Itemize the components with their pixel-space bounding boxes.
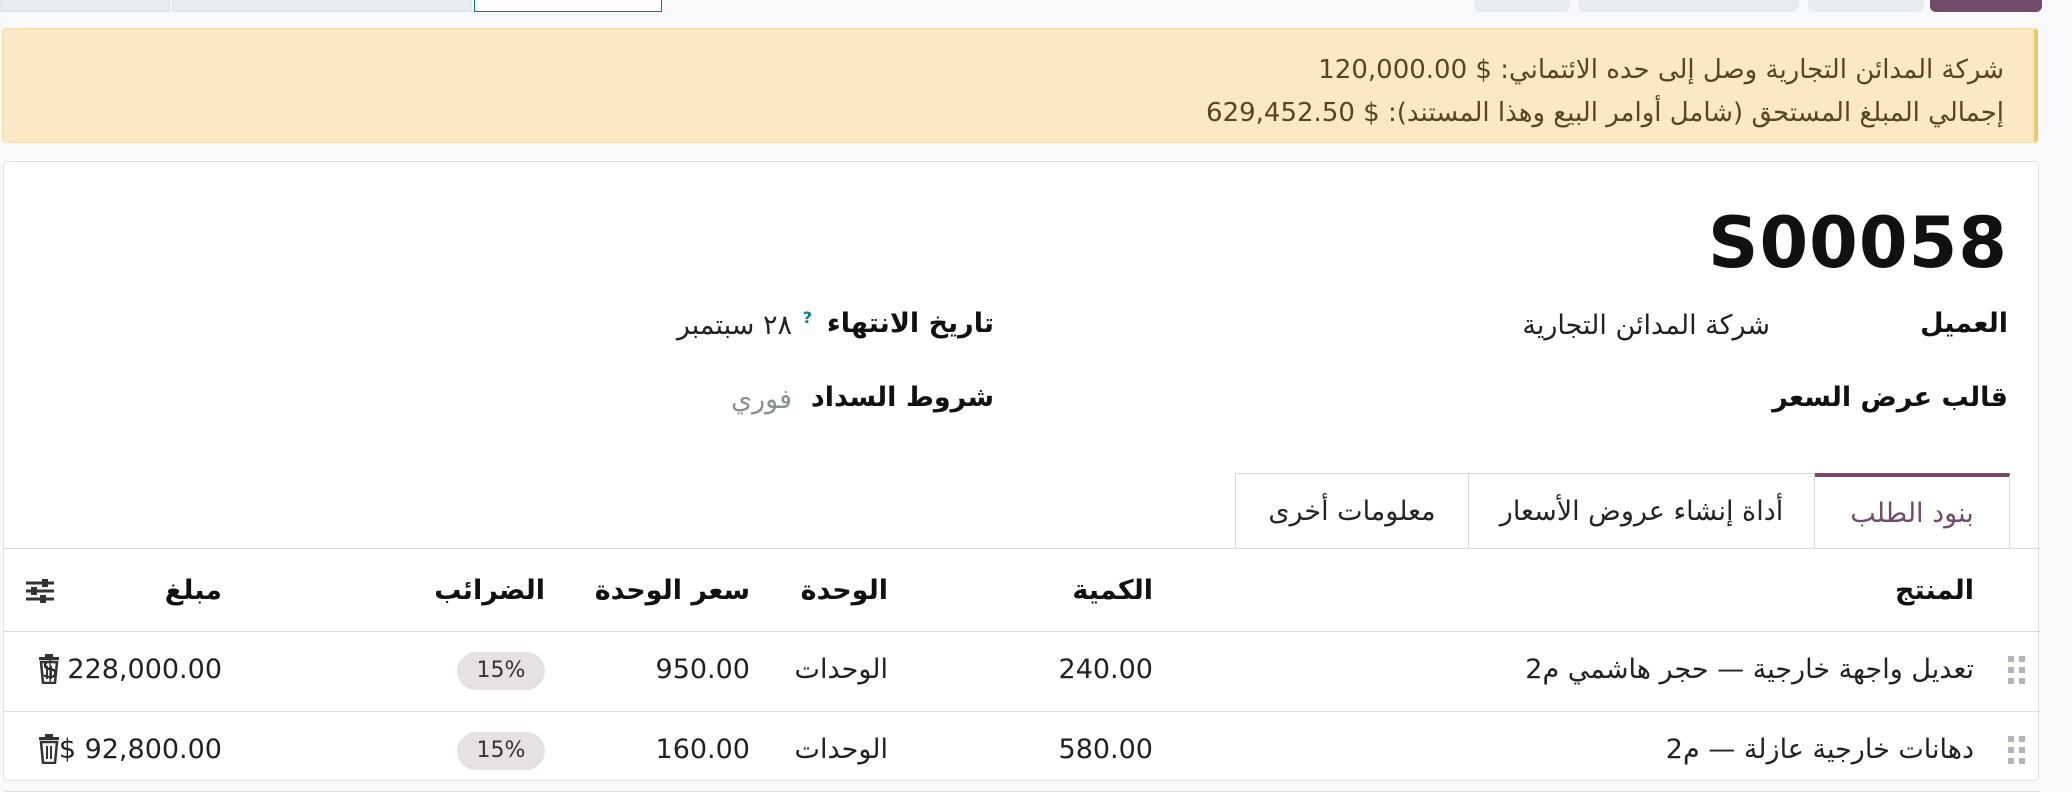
table-row[interactable]: تعديل واجهة خارجية — حجر هاشمي م2 240.00…	[4, 632, 2040, 712]
alert-credit-limit-text: شركة المدائن التجارية وصل إلى حده الائتم…	[1318, 55, 2004, 85]
tab-order-lines[interactable]: بنود الطلب	[1814, 473, 2010, 549]
help-icon[interactable]: ?	[803, 308, 812, 327]
expiration-field[interactable]: ٢٨ سبتمبر	[677, 310, 792, 341]
status-step[interactable]	[172, 0, 472, 12]
column-unit[interactable]: الوحدة	[801, 575, 888, 606]
sale-order-form: S00058 العميل شركة المدائن التجارية قالب…	[3, 161, 2040, 792]
tab-quote-builder[interactable]: أداة إنشاء عروض الأسعار	[1468, 473, 1815, 549]
status-step[interactable]	[0, 0, 170, 12]
action-button[interactable]	[1474, 0, 1570, 12]
payment-terms-field[interactable]: فوري	[731, 384, 792, 415]
action-button[interactable]	[1703, 0, 1799, 12]
order-lines-header: المنتج الكمية الوحدة سعر الوحدة الضرائب …	[4, 549, 2040, 632]
column-unit-price[interactable]: سعر الوحدة	[595, 575, 750, 606]
unit-cell[interactable]: الوحدات	[795, 654, 888, 685]
status-step-current[interactable]	[474, 0, 662, 12]
quantity-cell[interactable]: 240.00	[1059, 654, 1153, 685]
product-cell[interactable]: تعديل واجهة خارجية — حجر هاشمي م2	[1525, 654, 1974, 685]
tax-badge[interactable]: 15%	[457, 652, 545, 690]
control-panel	[0, 0, 2072, 14]
primary-action-button[interactable]	[1930, 0, 2042, 12]
action-button[interactable]	[1808, 0, 1924, 12]
tab-other-info[interactable]: معلومات أخرى	[1235, 473, 1469, 549]
trash-icon[interactable]	[38, 654, 60, 684]
expiration-label: تاريخ الانتهاء	[826, 308, 994, 339]
amount-cell: $ 228,000.00	[41, 654, 222, 685]
tax-badge[interactable]: 15%	[457, 732, 545, 770]
optional-columns-icon[interactable]	[24, 577, 56, 605]
table-row[interactable]: دهانات خارجية عازلة — م2 580.00 الوحدات …	[4, 712, 2040, 792]
order-name: S00058	[1708, 202, 2008, 284]
drag-handle-icon[interactable]	[2008, 736, 2028, 766]
credit-limit-alert: شركة المدائن التجارية وصل إلى حده الائتم…	[2, 28, 2038, 143]
customer-label: العميل	[1920, 308, 2008, 339]
payment-terms-label: شروط السداد	[810, 382, 994, 413]
column-taxes[interactable]: الضرائب	[434, 575, 545, 606]
drag-handle-icon[interactable]	[2008, 656, 2028, 686]
column-product[interactable]: المنتج	[1895, 575, 1974, 606]
alert-total-due-text: إجمالي المبلغ المستحق (شامل أوامر البيع …	[1206, 98, 2004, 128]
customer-field[interactable]: شركة المدائن التجارية	[1522, 310, 1770, 341]
notebook-tabs: بنود الطلب أداة إنشاء عروض الأسعار معلوم…	[1235, 473, 2010, 549]
column-amount[interactable]: مبلغ	[165, 575, 222, 606]
unit-price-cell[interactable]: 950.00	[656, 654, 750, 685]
column-quantity[interactable]: الكمية	[1072, 575, 1153, 606]
trash-icon[interactable]	[38, 734, 60, 764]
quotation-template-label: قالب عرض السعر	[1772, 382, 2008, 413]
